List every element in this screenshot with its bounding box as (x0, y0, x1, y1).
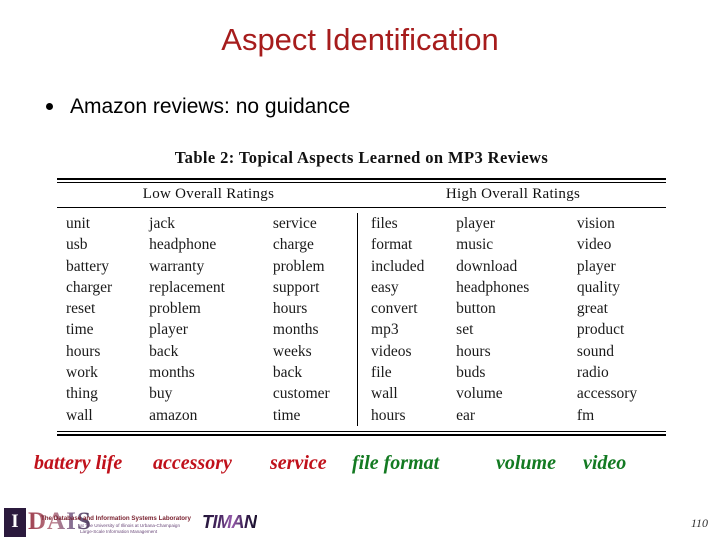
dais-subline-university: at The University of Illinois at Urbana-… (80, 523, 181, 528)
table-cell: music (456, 236, 494, 254)
table-cell: volume (456, 385, 503, 403)
table-cell: player (149, 321, 188, 339)
table-cell: format (371, 236, 413, 254)
dais-subline-focus: Large-Scale Information Management (80, 529, 158, 534)
table-cell: hours (272, 300, 308, 318)
table-cell: service (272, 215, 317, 232)
table-cell: months (272, 321, 319, 339)
table-cell: mp3 (371, 321, 399, 339)
table-cell: battery (66, 257, 110, 275)
table-cell: set (456, 321, 474, 339)
dais-tagline: The Database and Information Systems Lab… (41, 515, 191, 522)
aspect-label-file-format: file format (352, 452, 440, 474)
table-bottom-rule (57, 433, 666, 436)
table-cell: product (576, 321, 625, 339)
table-cell: player (576, 257, 616, 275)
page-title: Aspect Identification (221, 22, 499, 57)
table-cell: download (456, 257, 518, 275)
table-cell: fm (576, 406, 595, 424)
table-body: unit usb battery charger reset time hour… (57, 208, 666, 431)
table-cell: back (149, 342, 179, 360)
table-cell: radio (576, 364, 609, 382)
table-cell: time (272, 406, 301, 424)
bullet-item-label: Amazon reviews: no guidance (70, 95, 351, 118)
table-cell: charger (66, 278, 113, 296)
table-cell: buds (456, 364, 486, 382)
table-caption: Table 2: Topical Aspects Learned on MP3 … (174, 148, 549, 167)
aspect-label-row: battery life accessory service file form… (30, 452, 670, 482)
aspects-table: Table 2: Topical Aspects Learned on MP3 … (57, 148, 666, 436)
table-cell: thing (66, 385, 98, 403)
table-column-low-1: unit usb battery charger reset time hour… (57, 213, 149, 426)
table-cell: file (371, 364, 392, 382)
table-cell: included (371, 257, 425, 275)
table-cell: unit (66, 215, 91, 232)
aspect-label-service: service (270, 452, 327, 474)
table-cell: sound (576, 342, 614, 360)
table-cell: great (576, 300, 608, 318)
table-cell: months (149, 364, 195, 382)
table-cell: files (371, 215, 398, 232)
group-header-low-ratings: Low Overall Ratings (142, 186, 275, 202)
page-number: 110 (690, 516, 708, 530)
table-cell: ear (456, 406, 476, 424)
table-cell: buy (149, 385, 173, 403)
table-cell: time (66, 321, 94, 339)
table-cell: weeks (272, 342, 312, 360)
table-cell: vision (576, 215, 615, 232)
dais-logo: I DAIS The Database and Information Syst… (4, 507, 191, 537)
table-cell: convert (371, 300, 418, 318)
table-column-high-2: player music download headphones button … (456, 213, 577, 426)
table-cell: quality (576, 278, 620, 296)
illinois-i-icon: I (4, 507, 26, 537)
table-cell: headphones (456, 278, 530, 296)
bullet-point-icon (46, 103, 53, 110)
table-cell: easy (371, 278, 399, 296)
logo-strip: I DAIS The Database and Information Syst… (4, 506, 257, 538)
group-header-high-ratings: High Overall Ratings (445, 186, 581, 202)
table-cell: player (456, 215, 495, 232)
table-cell: videos (371, 342, 412, 360)
aspect-label-battery-life: battery life (34, 452, 123, 474)
aspect-label-accessory: accessory (153, 452, 232, 474)
table-cell: amazon (149, 406, 198, 424)
table-column-high-3: vision video player quality great produc… (577, 213, 666, 426)
table-cell: reset (66, 300, 96, 318)
table-cell: hours (371, 406, 406, 424)
table-cell: problem (272, 257, 325, 275)
table-cell: usb (66, 236, 88, 254)
timan-logo: TIMAN (202, 511, 257, 532)
table-cell: button (456, 300, 496, 318)
table-cell: support (272, 278, 320, 296)
table-cell: back (272, 364, 303, 382)
table-cell: warranty (149, 257, 205, 275)
table-cell: jack (149, 215, 175, 232)
table-cell: headphone (149, 236, 217, 254)
table-cell: problem (149, 300, 201, 318)
table-column-low-3: service charge problem support hours mon… (273, 213, 357, 426)
table-cell: wall (66, 406, 93, 424)
table-column-low-2: jack headphone warranty replacement prob… (149, 213, 273, 426)
aspect-label-video: video (583, 452, 627, 474)
table-cell: customer (272, 385, 330, 403)
table-cell: replacement (149, 278, 225, 296)
table-column-high-1: files format included easy convert mp3 v… (357, 213, 456, 426)
table-cell: wall (371, 385, 398, 403)
table-cell: hours (66, 342, 101, 360)
bullet-item: Amazon reviews: no guidance (46, 95, 351, 118)
table-cell: work (66, 364, 98, 382)
table-cell: hours (456, 342, 491, 360)
table-cell: video (576, 236, 612, 254)
table-group-header-row: Low Overall Ratings High Overall Ratings (57, 183, 666, 207)
dais-wordmark-group: DAIS The Database and Information System… (28, 507, 191, 537)
table-cell: charge (272, 236, 314, 254)
table-cell: accessory (576, 385, 638, 403)
aspect-label-volume: volume (496, 452, 556, 474)
